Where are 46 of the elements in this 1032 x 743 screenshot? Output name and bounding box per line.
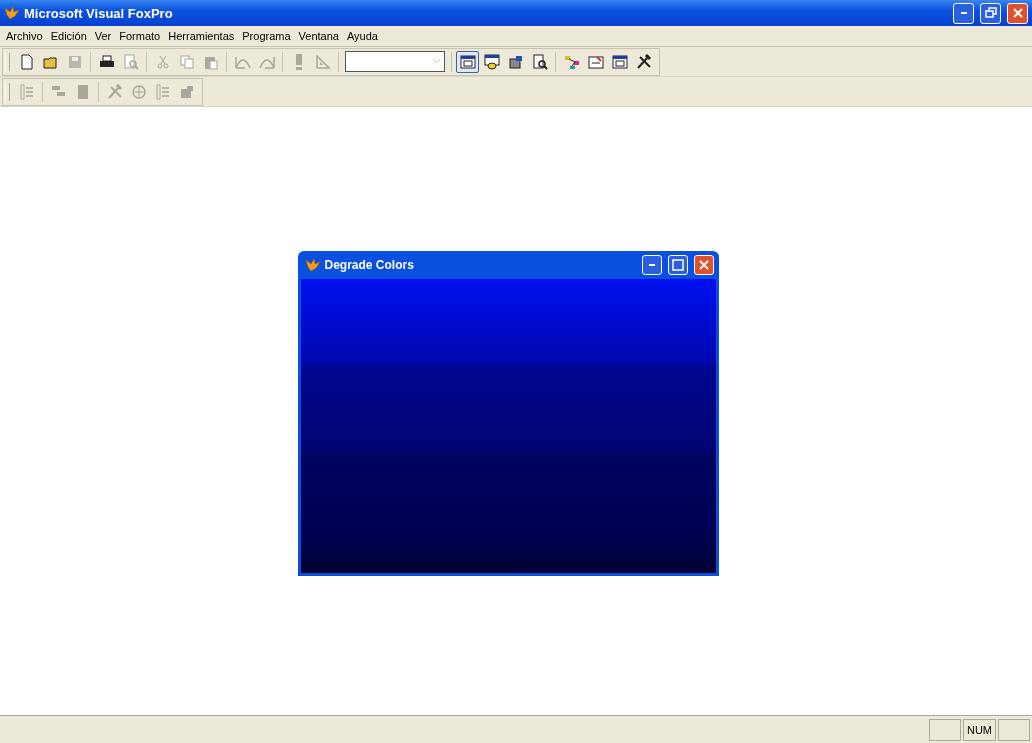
menu-item[interactable]: Ayuda <box>342 30 382 42</box>
maximize-icon <box>671 259 684 271</box>
menu-item[interactable]: Programa <box>238 30 295 42</box>
scissors-icon <box>154 53 171 70</box>
close-button[interactable] <box>1007 2 1028 24</box>
window-icon <box>611 53 628 70</box>
minimize-button[interactable] <box>641 255 662 275</box>
menu-item[interactable]: Herramientas <box>164 30 239 42</box>
list-icon <box>18 83 35 100</box>
close-icon <box>698 260 709 270</box>
tools-icon <box>635 53 652 70</box>
form-icon <box>587 53 604 70</box>
status-panel <box>998 718 1030 741</box>
fox-icon <box>304 257 321 273</box>
box-icon <box>507 53 524 70</box>
printer-icon <box>98 53 115 70</box>
close-button[interactable] <box>693 255 714 275</box>
restore-button[interactable] <box>980 2 1001 24</box>
fox-icon <box>4 5 20 21</box>
database-icon <box>483 53 500 70</box>
menu-item[interactable]: Ventana <box>294 30 343 42</box>
status-panel <box>928 718 961 741</box>
window-button[interactable] <box>456 50 479 73</box>
close-icon <box>1012 8 1023 18</box>
status-indicator: NUM <box>962 718 996 741</box>
tools-icon <box>106 83 123 100</box>
globe-icon <box>130 83 147 100</box>
magnifier-icon <box>531 53 548 70</box>
menu-item[interactable]: Ver <box>90 30 116 42</box>
menu-item[interactable]: Formato <box>115 30 165 42</box>
maximize-button[interactable] <box>667 255 688 275</box>
window-icon <box>459 53 476 70</box>
diagram-icon <box>563 53 580 70</box>
copy-icon <box>178 53 195 70</box>
menu-item[interactable]: Archivo <box>2 30 47 42</box>
magnifier-icon <box>122 53 139 70</box>
box-icon <box>178 83 195 100</box>
minimize-icon <box>648 264 655 266</box>
list-icon <box>154 83 171 100</box>
menu-item[interactable]: Edición <box>46 30 91 42</box>
minimize-icon <box>960 12 967 14</box>
document-icon <box>18 53 35 70</box>
restore-icon <box>984 7 997 19</box>
minimize-button[interactable] <box>953 2 974 24</box>
window-title: Microsoft Visual FoxPro <box>24 5 173 21</box>
child-window-title: Degrade Colors <box>324 258 414 272</box>
